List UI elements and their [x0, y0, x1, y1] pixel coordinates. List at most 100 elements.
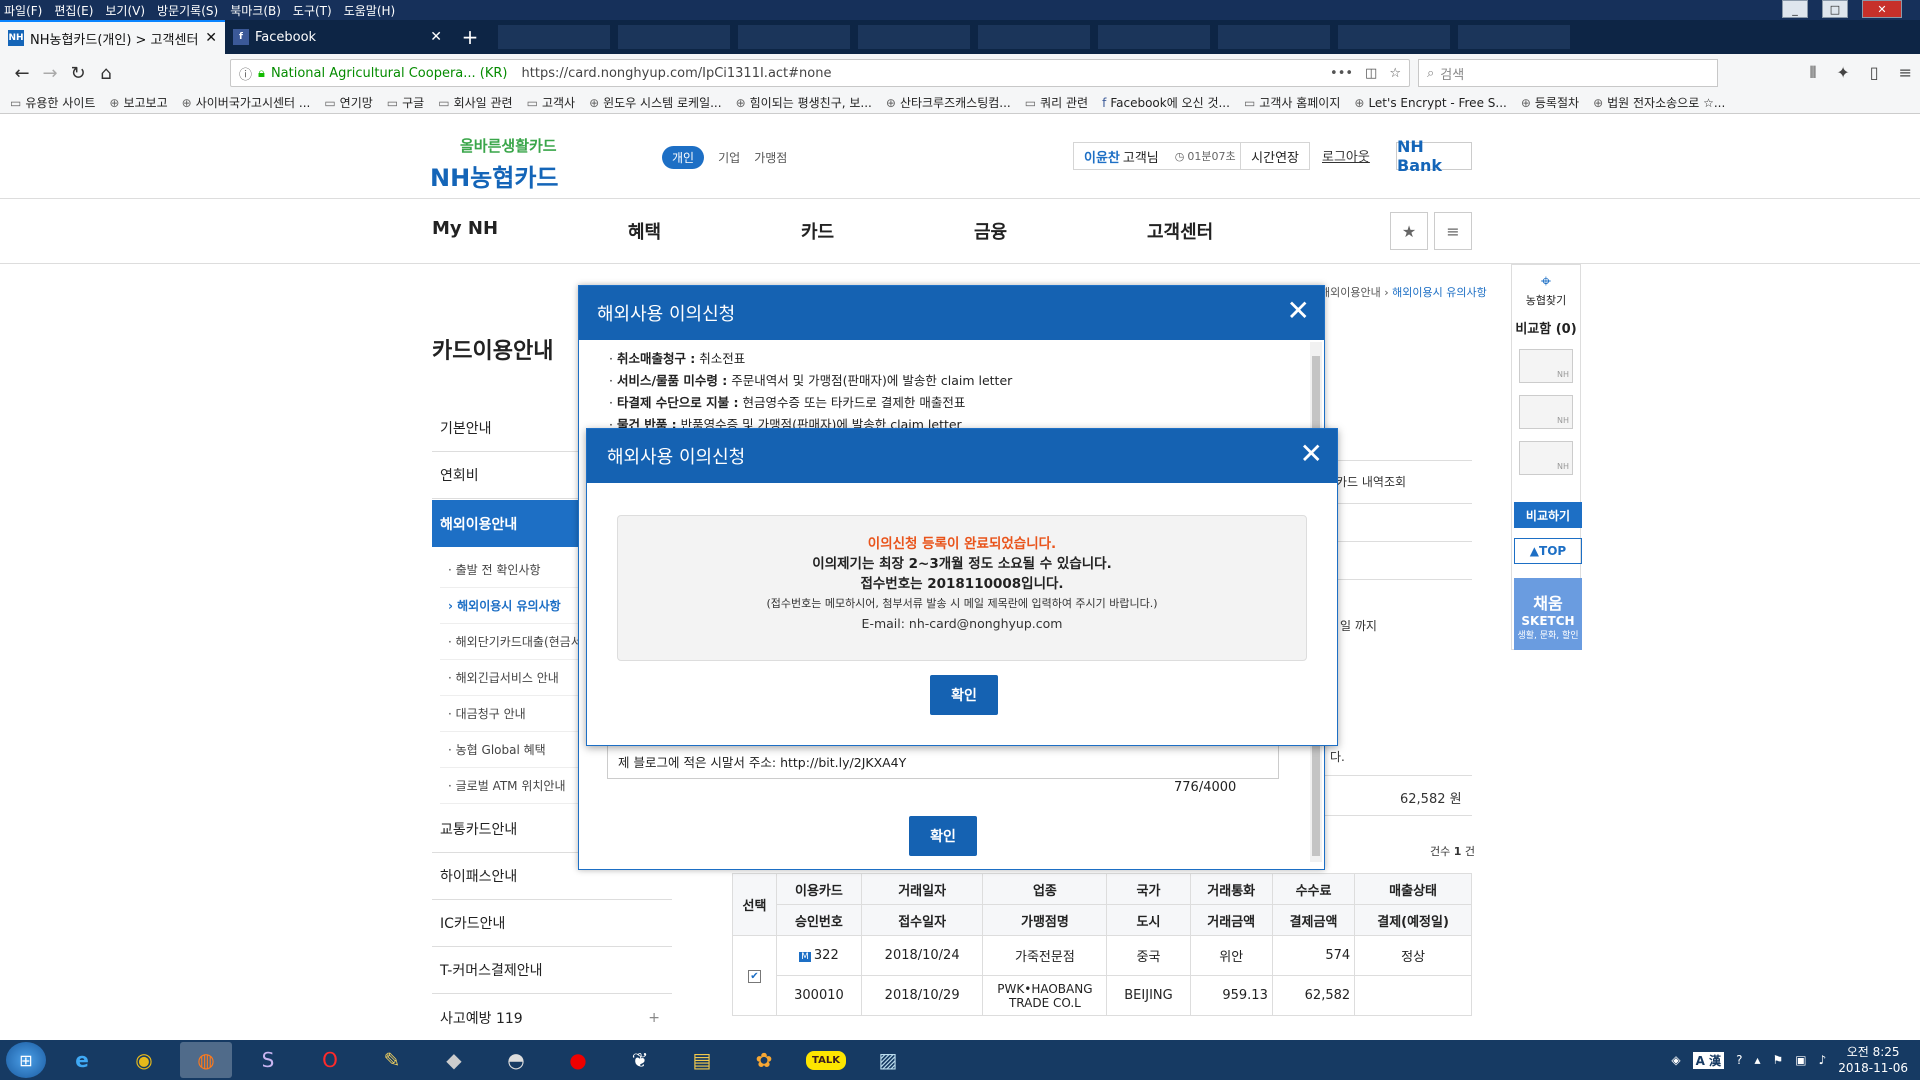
close-window-button[interactable]: ✕: [1862, 0, 1902, 18]
taskbar-ie[interactable]: e: [56, 1042, 108, 1078]
taskbar-app[interactable]: ●: [552, 1042, 604, 1078]
taskbar-explorer[interactable]: ▤: [676, 1042, 728, 1078]
background-tab[interactable]: [1458, 25, 1570, 49]
bookmark-item[interactable]: ▭ 고객사: [527, 94, 575, 111]
gnb-customer-center[interactable]: 고객센터: [1147, 218, 1213, 244]
close-tab-icon[interactable]: ✕: [430, 29, 442, 45]
taskbar-app[interactable]: ✿: [738, 1042, 790, 1078]
table-row[interactable]: ✔ M 322 2018/10/24 가죽전문점 중국 위안 574 정상: [732, 935, 1472, 1016]
bookmark-item[interactable]: f Facebook에 오신 것...: [1102, 94, 1230, 111]
expand-plus-icon[interactable]: +: [648, 1010, 660, 1026]
all-menu-icon[interactable]: ≡: [1434, 212, 1472, 250]
minimize-button[interactable]: _: [1782, 0, 1808, 18]
start-button[interactable]: ⊞: [6, 1042, 46, 1078]
maximize-button[interactable]: □: [1822, 0, 1848, 18]
taskbar-kakaotalk[interactable]: TALK: [800, 1042, 852, 1078]
bookmark-item[interactable]: ▭ 쿼리 관련: [1025, 94, 1088, 111]
menu-tools[interactable]: 도구(T): [293, 2, 332, 19]
taskbar-opera[interactable]: O: [304, 1042, 356, 1078]
gnb-my-nh[interactable]: My NH: [432, 218, 498, 239]
bookmark-item[interactable]: ▭ 고객사 홈페이지: [1244, 94, 1340, 111]
pocket-icon[interactable]: ◫: [1365, 66, 1377, 81]
close-tab-icon[interactable]: ✕: [205, 30, 217, 46]
library-icon[interactable]: ⫴: [1810, 63, 1817, 83]
segment-business[interactable]: 기업: [718, 149, 740, 166]
gnb-finance[interactable]: 금융: [974, 218, 1007, 244]
taskbar-app[interactable]: S: [242, 1042, 294, 1078]
gnb-benefits[interactable]: 혜택: [628, 218, 661, 244]
home-icon[interactable]: ⌂: [92, 59, 120, 87]
extend-session-button[interactable]: 시간연장: [1240, 143, 1309, 169]
taskbar-app[interactable]: ❦: [614, 1042, 666, 1078]
branch-finder[interactable]: ⌖ 농협찾기: [1512, 271, 1580, 308]
row-checkbox[interactable]: ✔: [732, 935, 777, 1016]
tray-expand-icon[interactable]: ▴: [1754, 1053, 1760, 1067]
bookmark-item[interactable]: ▭ 연기망: [324, 94, 372, 111]
menu-view[interactable]: 보기(V): [105, 2, 145, 19]
bookmark-star-icon[interactable]: ☆: [1389, 66, 1401, 81]
taskbar-app[interactable]: ▨: [862, 1042, 914, 1078]
background-tab[interactable]: [1098, 25, 1210, 49]
menu-history[interactable]: 방문기록(S): [157, 2, 218, 19]
nh-bank-link[interactable]: NH Bank: [1396, 137, 1472, 175]
bookmark-item[interactable]: ⊕ 윈도우 시스템 로케일...: [589, 94, 722, 111]
bookmark-item[interactable]: ⊕ 산타크루즈캐스팅컴...: [886, 94, 1011, 111]
bookmark-item[interactable]: ⊕ 등록절차: [1521, 94, 1579, 111]
compare-button[interactable]: 비교하기: [1514, 502, 1582, 528]
confirm-button[interactable]: 확인: [930, 675, 998, 715]
segment-personal[interactable]: 개인: [662, 146, 705, 169]
forward-icon[interactable]: →: [36, 59, 64, 87]
taskbar-chrome[interactable]: ◉: [118, 1042, 170, 1078]
background-tab[interactable]: [978, 25, 1090, 49]
gnb-card[interactable]: 카드: [801, 218, 834, 244]
menu-bookmarks[interactable]: 북마크(B): [230, 2, 281, 19]
chaeum-sketch-banner[interactable]: 채움 SKETCH 생활, 문화, 할인: [1514, 578, 1582, 650]
network-icon[interactable]: ▣: [1795, 1053, 1806, 1067]
logout-link[interactable]: 로그아웃: [1322, 146, 1370, 165]
tab-facebook[interactable]: f Facebook ✕: [225, 20, 450, 54]
close-icon[interactable]: ✕: [1300, 440, 1323, 468]
taskbar-app[interactable]: ✎: [366, 1042, 418, 1078]
ime-indicator[interactable]: A 漢: [1692, 1051, 1725, 1069]
favorite-star-icon[interactable]: ★: [1390, 212, 1428, 250]
bookmark-item[interactable]: ⊕ 사이버국가고시센터 ...: [182, 94, 311, 111]
nh-card-logo[interactable]: NH농협카드: [430, 158, 559, 193]
sidebar-item-accident-prevention[interactable]: 사고예방 119 +: [432, 994, 672, 1041]
clock[interactable]: 오전 8:25 2018-11-06: [1838, 1044, 1908, 1076]
submit-button[interactable]: 확인: [909, 816, 977, 856]
bookmark-item[interactable]: ⊕ 법원 전자소송으로 ☆...: [1593, 94, 1725, 111]
taskbar-app[interactable]: ◓: [490, 1042, 542, 1078]
taskbar-firefox[interactable]: ◍: [180, 1042, 232, 1078]
shield-icon[interactable]: ◈: [1671, 1053, 1680, 1067]
menu-edit[interactable]: 편집(E): [54, 2, 93, 19]
sidebar-item-ic-card[interactable]: IC카드안내: [432, 900, 672, 947]
menu-file[interactable]: 파일(F): [4, 2, 42, 19]
sidebar-icon[interactable]: ▯: [1870, 63, 1879, 83]
background-tab[interactable]: [498, 25, 610, 49]
bookmark-item[interactable]: ▭ 회사일 관련: [438, 94, 512, 111]
segment-merchant[interactable]: 가맹점: [754, 149, 787, 166]
background-tab[interactable]: [738, 25, 850, 49]
help-icon[interactable]: ?: [1736, 1053, 1742, 1067]
reload-icon[interactable]: ↻: [64, 59, 92, 87]
background-tab[interactable]: [1218, 25, 1330, 49]
url-bar[interactable]: ⓘ 🔒︎ National Agricultural Coopera... (K…: [230, 59, 1410, 87]
page-actions-icon[interactable]: •••: [1330, 66, 1353, 81]
flag-icon[interactable]: ⚑: [1772, 1053, 1783, 1067]
bookmark-item[interactable]: ▭ 구글: [387, 94, 424, 111]
compare-card-slot[interactable]: NH: [1519, 395, 1573, 429]
background-tab[interactable]: [858, 25, 970, 49]
dispute-reason-textarea[interactable]: 제 블로그에 적은 시말서 주소: http://bit.ly/2JKXA4Y: [607, 743, 1279, 779]
hamburger-menu-icon[interactable]: ≡: [1899, 63, 1912, 83]
compare-card-slot[interactable]: NH: [1519, 349, 1573, 383]
bookmark-item[interactable]: ▭ 유용한 사이트: [10, 94, 95, 111]
close-icon[interactable]: ✕: [1287, 297, 1310, 325]
background-tab[interactable]: [1338, 25, 1450, 49]
search-input[interactable]: ⌕ 검색: [1418, 59, 1718, 87]
taskbar-app[interactable]: ◆: [428, 1042, 480, 1078]
new-tab-button[interactable]: +: [450, 20, 490, 54]
bookmark-item[interactable]: ⊕ 힘이되는 평생친구, 보...: [736, 94, 872, 111]
volume-icon[interactable]: ♪: [1819, 1053, 1827, 1067]
sidebar-item-t-commerce[interactable]: T-커머스결제안내: [432, 947, 672, 994]
site-identity[interactable]: National Agricultural Coopera... (KR): [271, 66, 508, 81]
